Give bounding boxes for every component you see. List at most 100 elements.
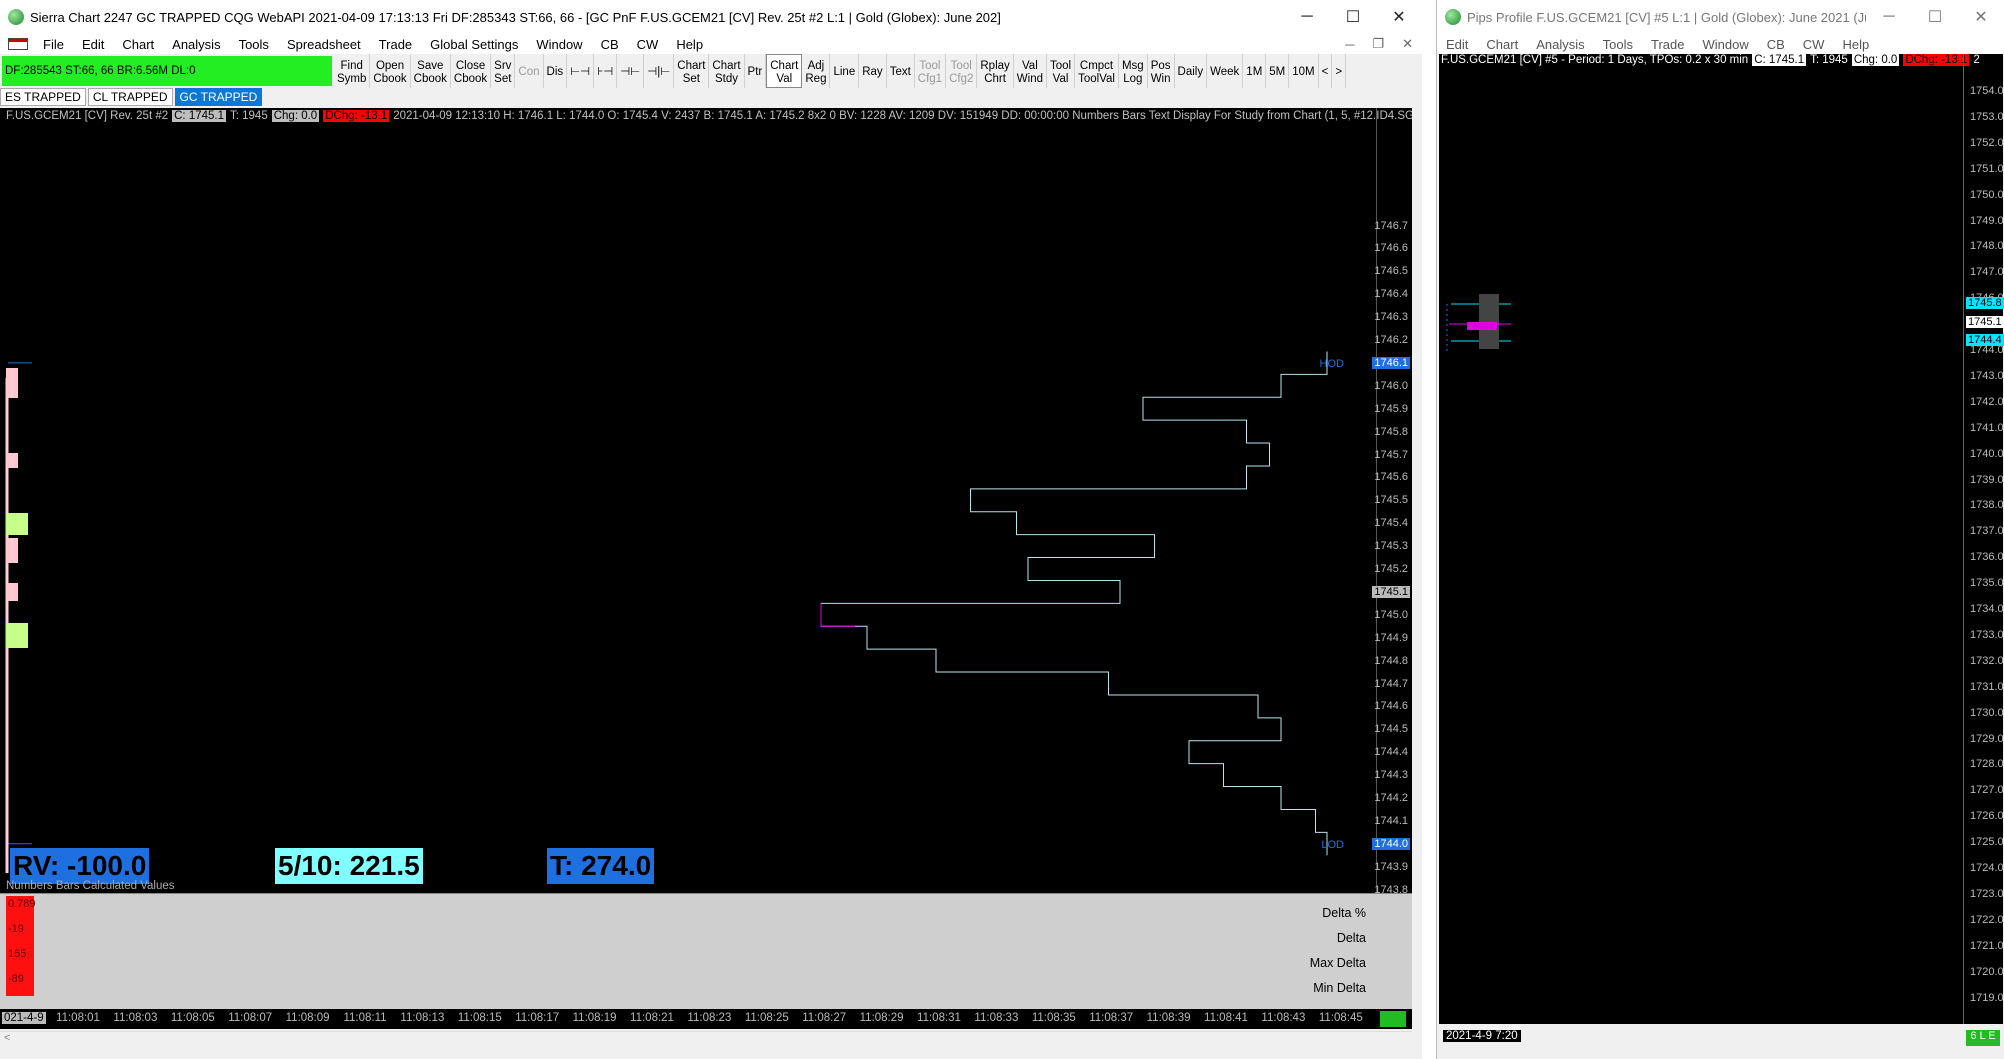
pips-price-tick: 1742.0 xyxy=(1970,395,2004,408)
numbers-bars-title: Numbers Bars Calculated Values xyxy=(6,880,175,892)
title-bar[interactable]: Sierra Chart 2247 GC TRAPPED CQG WebAPI … xyxy=(0,0,1422,34)
toolbar-button-label: Msg xyxy=(1121,59,1144,72)
toolbar-button-18[interactable]: Text xyxy=(887,54,915,88)
toolbar-button-27[interactable]: Daily xyxy=(1175,54,1208,88)
toolbar-button-22[interactable]: Val Wind xyxy=(1014,54,1047,88)
menu-help[interactable]: Help xyxy=(667,37,712,52)
menu-spreadsheet[interactable]: Spreadsheet xyxy=(278,37,370,52)
toolbar-button-label: Adj xyxy=(807,59,825,72)
price-tick: 1745.8 xyxy=(1374,425,1408,438)
horizontal-scrollbar[interactable]: < xyxy=(0,1031,1412,1047)
toolbar-button-25[interactable]: Msg Log xyxy=(1119,54,1148,88)
scroll-left-icon[interactable]: < xyxy=(4,1032,10,1044)
chart-plot[interactable]: HOD LOD xyxy=(0,108,1376,910)
toolbar-button-6[interactable]: Dis xyxy=(544,54,568,88)
menu-tools[interactable]: Tools xyxy=(230,37,278,52)
time-tick: 11:08:25 xyxy=(744,1012,789,1024)
toolbar-button-11[interactable]: Chart Set xyxy=(674,54,710,88)
pips-price-tick: 1724.0 xyxy=(1970,862,2004,874)
menu2-edit[interactable]: Edit xyxy=(1437,37,1477,52)
menu-window[interactable]: Window xyxy=(527,37,591,52)
toolbar-button-label: Tool xyxy=(919,59,941,72)
toolbar-button-5[interactable]: Con xyxy=(515,54,544,88)
menu2-help[interactable]: Help xyxy=(1833,37,1878,52)
tab-cl-trapped[interactable]: CL TRAPPED xyxy=(87,88,173,106)
menu2-chart[interactable]: Chart xyxy=(1477,37,1527,52)
numbers-bars-panel[interactable]: Numbers Bars Calculated Values 0.789 -19… xyxy=(0,880,1412,1009)
menu2-cw[interactable]: CW xyxy=(1794,37,1834,52)
toolbar-button-23[interactable]: Tool Val xyxy=(1047,54,1076,88)
menu-edit[interactable]: Edit xyxy=(73,37,113,52)
pips-chart-area[interactable]: F.US.GCEM21 [CV] #5 - Period: 1 Days, TP… xyxy=(1439,54,2004,1024)
toolbar-button-17[interactable]: Ray xyxy=(859,54,887,88)
toolbar-button-31[interactable]: 10M xyxy=(1289,54,1319,88)
toolbar-button-1[interactable]: Open Cbook xyxy=(370,54,411,88)
pips-price-tick: 1737.0 xyxy=(1970,525,2004,538)
menu-cw[interactable]: CW xyxy=(628,37,668,52)
tab-gc-trapped[interactable]: GC TRAPPED xyxy=(174,88,263,106)
toolbar-button-28[interactable]: Week xyxy=(1207,54,1244,88)
menu2-cb[interactable]: CB xyxy=(1758,37,1794,52)
toolbar-button-sublabel: Wind xyxy=(1016,72,1043,85)
toolbar-button-32[interactable]: < xyxy=(1319,54,1333,88)
toolbar-button-24[interactable]: Cmpct ToolVal xyxy=(1075,54,1119,88)
toolbar-button-7[interactable]: ⊢⊣ xyxy=(567,54,595,88)
price-tick: 1744.4 xyxy=(1374,746,1408,759)
toolbar-button-13[interactable]: Ptr xyxy=(745,54,767,88)
title-bar-2[interactable]: Pips Profile F.US.GCEM21 [CV] #5 L:1 | G… xyxy=(1437,0,2004,34)
close-button[interactable]: ✕ xyxy=(1376,0,1422,34)
menu2-trade[interactable]: Trade xyxy=(1642,37,1693,52)
toolbar-button-2[interactable]: Save Cbook xyxy=(411,54,451,88)
toolbar-button-15[interactable]: Adj Reg xyxy=(802,54,831,88)
price-axis[interactable]: 1746.7 1746.6 1746.5 1746.4 1746.3 1746.2 1746… xyxy=(1372,108,1412,910)
menu2-window[interactable]: Window xyxy=(1693,37,1757,52)
price-tick: 1746.1 xyxy=(1372,356,1410,369)
toolbar-button-9[interactable]: ⊣⊢ xyxy=(617,54,645,88)
minimize-button[interactable]: ─ xyxy=(1284,0,1330,34)
menu-file[interactable]: File xyxy=(34,37,73,52)
toolbar-button-21[interactable]: Rplay Chrt xyxy=(977,54,1014,88)
toolbar-button-33[interactable]: > xyxy=(1332,54,1347,88)
toolbar-button-30[interactable]: 5M xyxy=(1266,54,1290,88)
mdi-close-icon[interactable]: ✕ xyxy=(1393,36,1422,52)
chart-area[interactable]: F.US.GCEM21 [CV] Rev. 25t #2 C: 1745.1 T… xyxy=(0,108,1412,910)
mdi-restore-icon[interactable]: ❐ xyxy=(1363,36,1393,52)
toolbar-button-14[interactable]: Chart Val xyxy=(766,54,803,88)
vertical-scrollbar[interactable] xyxy=(1412,108,1422,1028)
menu-chart[interactable]: Chart xyxy=(113,37,163,52)
menu-global-settings[interactable]: Global Settings xyxy=(421,37,527,52)
close-button-2[interactable]: ✕ xyxy=(1958,0,2004,34)
toolbar-button-19[interactable]: Tool Cfg1 xyxy=(915,54,947,88)
document-icon[interactable] xyxy=(8,38,28,50)
toolbar-button-10[interactable]: ⊣|⊢ xyxy=(644,54,675,88)
toolbar-button-4[interactable]: Srv Set xyxy=(491,54,516,88)
min-delta-label: Min Delta xyxy=(1313,981,1366,995)
maximize-button-2[interactable]: ☐ xyxy=(1912,0,1958,34)
mdi-min-icon[interactable]: ─ xyxy=(1336,37,1363,52)
pips-profile-plot[interactable] xyxy=(1439,54,1963,1024)
tab-es-trapped[interactable]: ES TRAPPED xyxy=(0,88,86,106)
time-axis[interactable]: 021-4-9 11:08:01 11:08:03 11:08:05 11:08:07… xyxy=(0,1009,1412,1029)
toolbar-button-label: Tool xyxy=(950,59,972,72)
menu-cb[interactable]: CB xyxy=(592,37,628,52)
time-tick: 11:08:17 xyxy=(515,1012,560,1024)
menu-trade[interactable]: Trade xyxy=(370,37,421,52)
menu2-tools[interactable]: Tools xyxy=(1594,37,1642,52)
pips-price-axis[interactable]: 1754.0 1753.0 1752.0 1751.0 1750.0 1749.0 1748… xyxy=(1963,54,2004,1024)
minimize-button-2[interactable]: ─ xyxy=(1866,0,1912,34)
numbers-bar-cell xyxy=(6,453,18,468)
toolbar-button-12[interactable]: Chart Stdy xyxy=(709,54,745,88)
toolbar-button-8[interactable]: ⊦⊣ xyxy=(594,54,618,88)
toolbar-button-3[interactable]: Close Cbook xyxy=(451,54,492,88)
menu-analysis[interactable]: Analysis xyxy=(163,37,229,52)
toolbar-button-20[interactable]: Tool Cfg2 xyxy=(946,54,978,88)
price-tick: 1744.5 xyxy=(1374,723,1408,736)
menu2-analysis[interactable]: Analysis xyxy=(1527,37,1593,52)
toolbar-button-29[interactable]: 1M xyxy=(1243,54,1267,88)
toolbar-button-label: Chart xyxy=(677,59,706,72)
maximize-button[interactable]: ☐ xyxy=(1330,0,1376,34)
toolbar-button-0[interactable]: Find Symb xyxy=(334,54,371,88)
toolbar-button-26[interactable]: Pos Win xyxy=(1148,54,1175,88)
toolbar-button-label: 5M xyxy=(1269,66,1286,78)
toolbar-button-16[interactable]: Line xyxy=(830,54,860,88)
